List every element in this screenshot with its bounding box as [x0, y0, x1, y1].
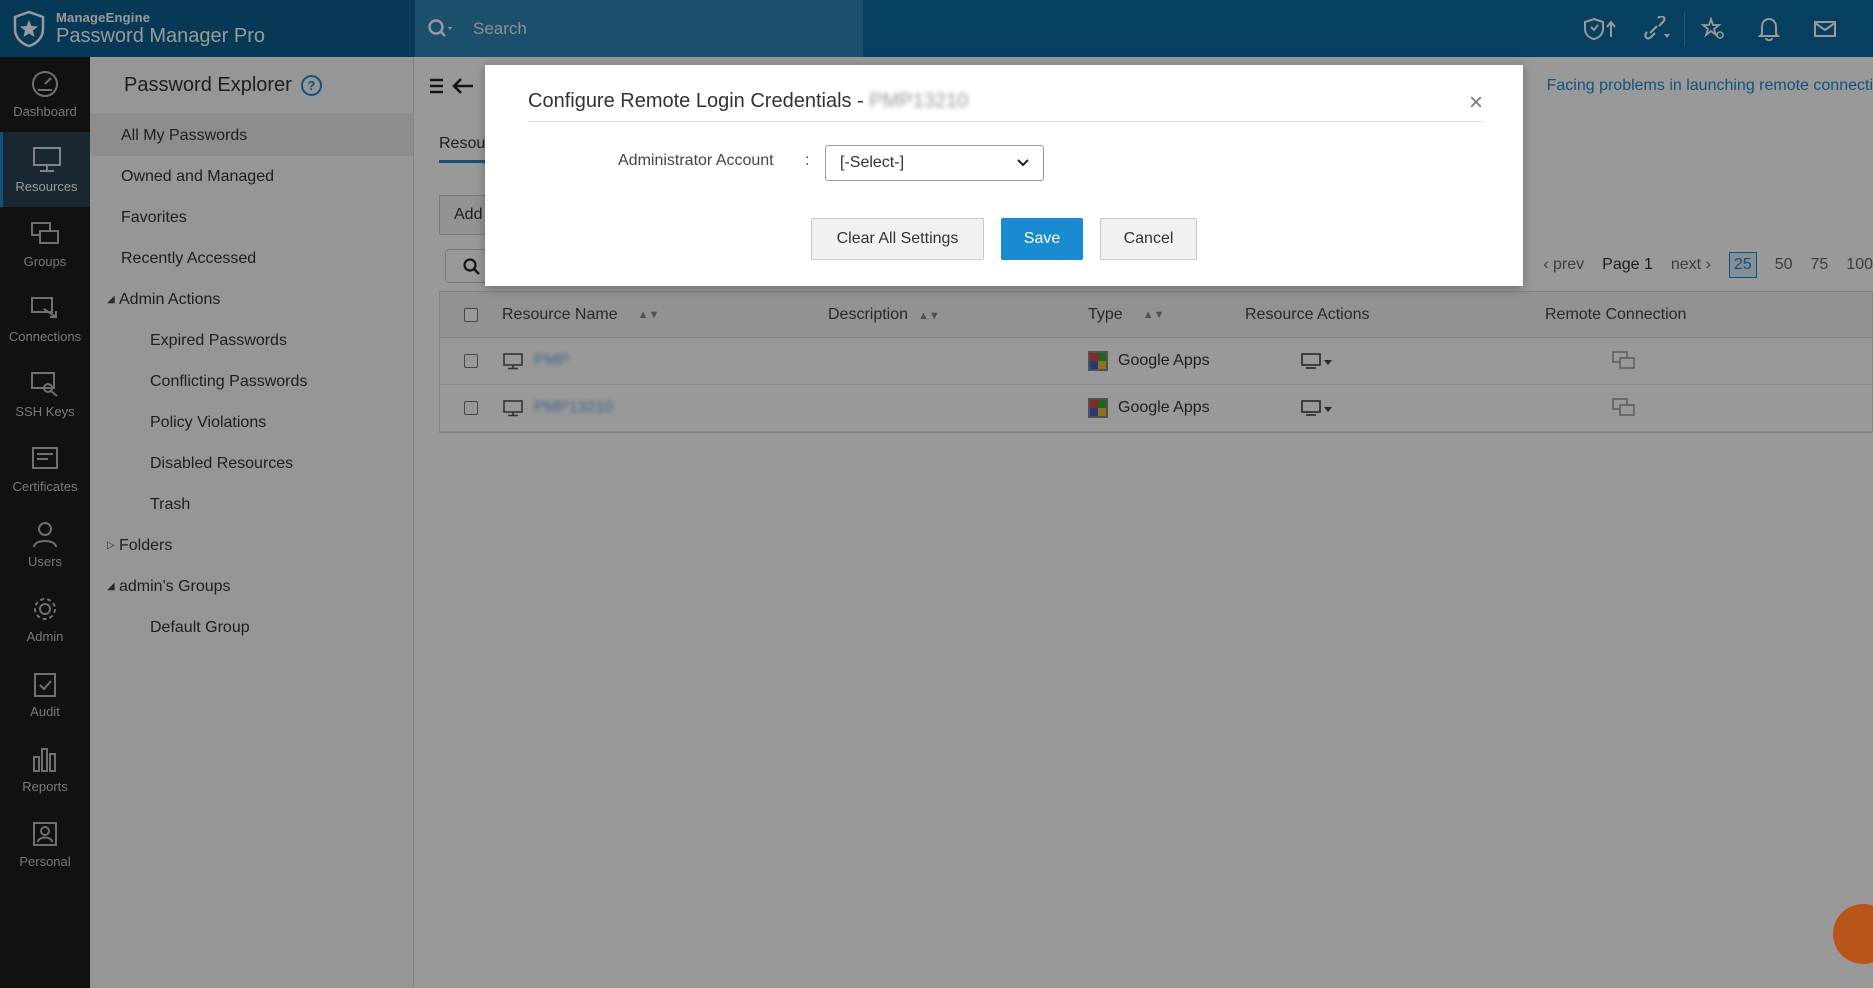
configure-remote-login-dialog: Configure Remote Login Credentials - PMP…	[485, 65, 1523, 286]
select-value: [-Select-]	[840, 154, 905, 171]
cancel-button[interactable]: Cancel	[1100, 218, 1197, 260]
chevron-down-icon	[1017, 159, 1029, 167]
save-button[interactable]: Save	[1001, 218, 1083, 260]
dialog-title: Configure Remote Login Credentials - PMP…	[528, 90, 1483, 122]
clear-all-settings-button[interactable]: Clear All Settings	[811, 218, 984, 260]
field-colon: :	[805, 152, 810, 169]
dialog-resource-name: PMP13210	[869, 90, 969, 112]
administrator-account-select[interactable]: [-Select-]	[825, 145, 1044, 181]
administrator-account-label: Administrator Account	[618, 152, 774, 169]
close-icon[interactable]: ×	[1469, 89, 1483, 117]
dialog-title-text: Configure Remote Login Credentials -	[528, 90, 870, 112]
